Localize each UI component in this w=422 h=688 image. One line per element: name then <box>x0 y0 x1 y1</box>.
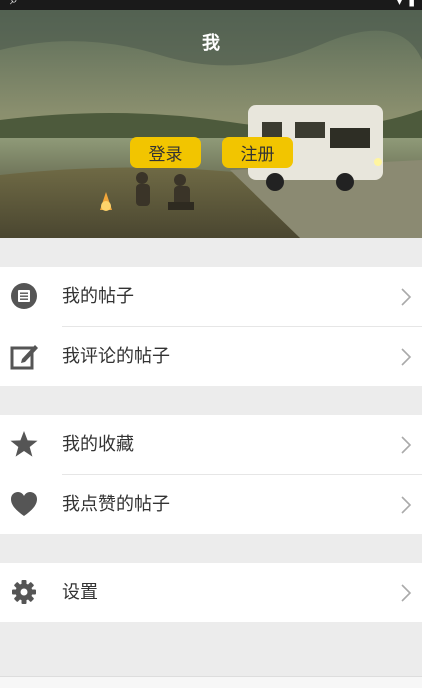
status-icons: ▾ ▮ <box>396 0 416 8</box>
menu-item-label: 设置 <box>62 582 98 603</box>
menu-item-settings[interactable]: 设置 <box>0 563 422 622</box>
star-icon <box>10 431 38 457</box>
menu-item-label: 我评论的帖子 <box>62 346 170 367</box>
menu-item-liked-posts[interactable]: 我点赞的帖子 <box>0 475 422 534</box>
status-bar: ⌕ ▾ ▮ <box>0 0 422 10</box>
profile-header: 我 登录 注册 <box>0 10 422 238</box>
chevron-right-icon <box>401 288 412 306</box>
notification-icon: ⌕ <box>10 0 18 8</box>
menu-item-label: 我的收藏 <box>62 434 134 455</box>
menu-group-favorites: 我的收藏 我点赞的帖子 <box>0 415 422 534</box>
login-button[interactable]: 登录 <box>130 137 201 168</box>
menu-group-settings: 设置 <box>0 563 422 622</box>
page-title: 我 <box>202 33 220 54</box>
register-button[interactable]: 注册 <box>222 137 293 168</box>
gear-icon <box>12 580 36 604</box>
bottom-tab-bar[interactable] <box>0 676 422 688</box>
chevron-right-icon <box>401 496 412 514</box>
menu-item-label: 我点赞的帖子 <box>62 494 170 515</box>
menu-item-my-posts[interactable]: 我的帖子 <box>0 267 422 326</box>
list-icon <box>11 283 37 309</box>
chevron-right-icon <box>401 584 412 602</box>
menu-item-label: 我的帖子 <box>62 286 134 307</box>
heart-icon <box>11 492 37 516</box>
edit-icon <box>10 345 38 370</box>
menu-group-posts: 我的帖子 我评论的帖子 <box>0 267 422 386</box>
chevron-right-icon <box>401 436 412 454</box>
menu-item-commented-posts[interactable]: 我评论的帖子 <box>0 327 422 386</box>
chevron-right-icon <box>401 348 412 366</box>
menu-item-my-favorites[interactable]: 我的收藏 <box>0 415 422 474</box>
